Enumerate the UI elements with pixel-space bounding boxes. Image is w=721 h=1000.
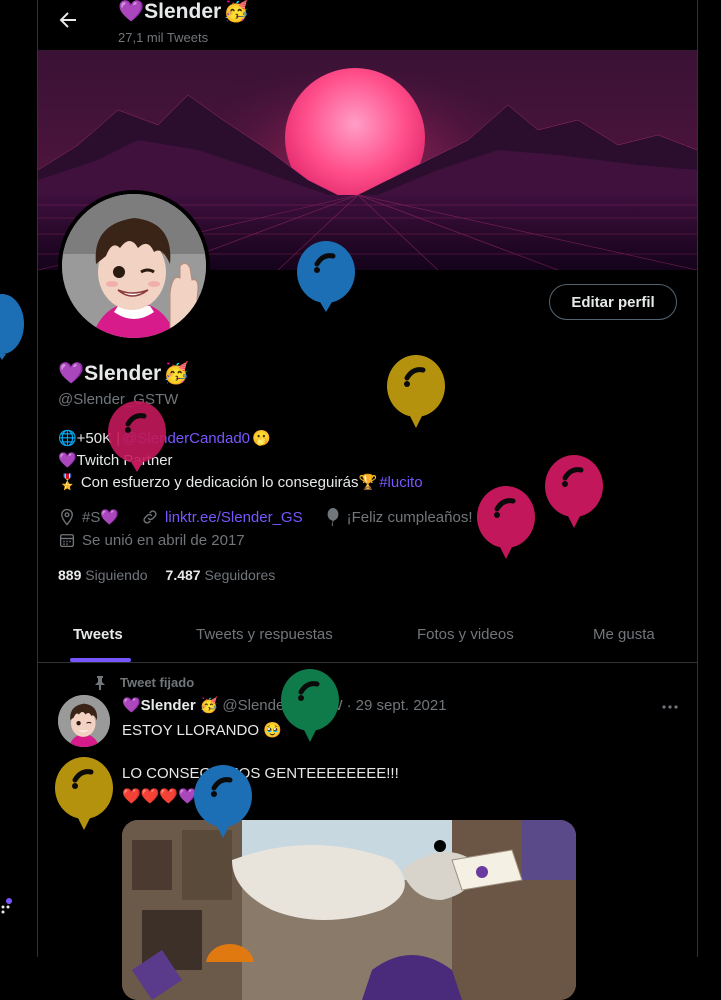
profile-handle: @Slender_GSTW: [58, 391, 179, 408]
profile-name-emoji: 🥳: [163, 362, 190, 385]
profile-tabs: Tweets Tweets y respuestas Fotos y video…: [38, 606, 697, 663]
bio-line-1-prefix: 🌐+50K |: [58, 430, 121, 447]
tweet-author-name[interactable]: 💜Slender: [122, 696, 196, 714]
tweet-date[interactable]: 29 sept. 2021: [356, 697, 447, 714]
tab-tweets[interactable]: Tweets: [73, 606, 123, 662]
back-button[interactable]: [56, 8, 80, 32]
tweet-more-button[interactable]: [660, 697, 680, 722]
dots-icon: [1, 898, 12, 914]
profile-meta-row: #S💜 linktr.ee/Slender_GS ¡Feliz cumpleañ…: [58, 508, 473, 526]
profile-column: 💜Slender 🥳 27,1 mil Tweets Editar perfil…: [37, 0, 698, 1000]
profile-name-text: 💜Slender: [58, 362, 162, 385]
tweet-text-line-3: ❤️❤️❤️💜: [122, 788, 197, 805]
profile-joined: Se unió en abril de 2017: [82, 531, 245, 549]
followers-label: Seguidores: [204, 567, 276, 583]
followers-link[interactable]: 7.487 Seguidores: [166, 567, 276, 583]
header-name-emoji: 🥳: [223, 0, 250, 23]
more-icon: [662, 705, 678, 709]
profile-avatar[interactable]: [58, 190, 210, 342]
profile-website-link[interactable]: linktr.ee/Slender_GS: [165, 509, 303, 526]
header-name-text: 💜Slender: [118, 0, 222, 23]
profile-name: 💜Slender 🥳: [58, 362, 189, 386]
tweet-author-avatar[interactable]: [58, 695, 110, 747]
avatar-image: [62, 194, 206, 338]
tab-tweets-replies[interactable]: Tweets y respuestas: [196, 606, 333, 662]
profile-joined-row: Se unió en abril de 2017: [58, 531, 245, 549]
active-tab-indicator: [70, 658, 131, 662]
tweet-text-line-2: LO CONSEGUIMOS GENTEEEEEEEE!!!: [122, 765, 399, 782]
bio-line-1-suffix: 🫢: [252, 430, 271, 447]
bio-line-3: 🎖️ Con esfuerzo y dedicación lo consegui…: [58, 472, 423, 494]
tweet-media-image[interactable]: [122, 820, 576, 1000]
pin-icon: [95, 675, 105, 690]
link-icon: [143, 510, 157, 524]
profile-bio: 🌐+50K | @SlenderCandad0 🫢 💜Twitch Partne…: [58, 428, 423, 494]
bio-line-3-text: 🎖️ Con esfuerzo y dedicación lo consegui…: [58, 474, 378, 491]
profile-birthday: ¡Feliz cumpleaños!: [346, 508, 473, 526]
tweet-header: 💜Slender 🥳 @Slender_GSTW · 29 sept. 2021: [122, 696, 447, 715]
pinned-label: Tweet fijado: [120, 675, 195, 690]
tweet-separator: ·: [346, 696, 352, 714]
arrow-left-icon: [59, 12, 76, 28]
followers-count: 7.487: [165, 567, 201, 583]
following-link[interactable]: 889 Siguiendo: [58, 567, 148, 583]
tweet-text-line-1: ESTOY LLORANDO 🥹: [122, 722, 282, 739]
bio-line-2: 💜Twitch Partner: [58, 452, 173, 469]
pinned-label-row: Tweet fijado: [94, 675, 194, 690]
balloon-icon: [0, 294, 24, 360]
profile-location: #S💜: [82, 509, 120, 526]
header-name: 💜Slender 🥳: [118, 0, 249, 24]
bio-hashtag-link[interactable]: #lucito: [379, 472, 422, 494]
tweet-author-emoji: 🥳: [199, 697, 219, 714]
following-count: 889: [58, 567, 82, 583]
tab-media[interactable]: Fotos y videos: [417, 606, 514, 662]
pinned-tweet[interactable]: Tweet fijado 💜Slender 🥳 @Slender_GSTW · …: [38, 663, 697, 1000]
tweet-author-handle[interactable]: @Slender_GSTW: [222, 697, 342, 714]
tab-likes[interactable]: Me gusta: [593, 606, 655, 662]
tweet-count: 27,1 mil Tweets: [118, 30, 209, 45]
calendar-icon: [59, 534, 75, 548]
location-pin-icon: [61, 508, 73, 526]
bio-line-1: 🌐+50K | @SlenderCandad0 🫢: [58, 428, 423, 450]
edit-profile-button[interactable]: Editar perfil: [549, 284, 677, 320]
balloon-icon: [327, 508, 339, 526]
following-label: Siguiendo: [85, 567, 148, 583]
profile-stats: 889 Siguiendo 7.487 Seguidores: [58, 567, 275, 583]
bio-mention-link[interactable]: @SlenderCandad0: [122, 428, 250, 450]
top-bar: 💜Slender 🥳 27,1 mil Tweets: [38, 0, 697, 50]
